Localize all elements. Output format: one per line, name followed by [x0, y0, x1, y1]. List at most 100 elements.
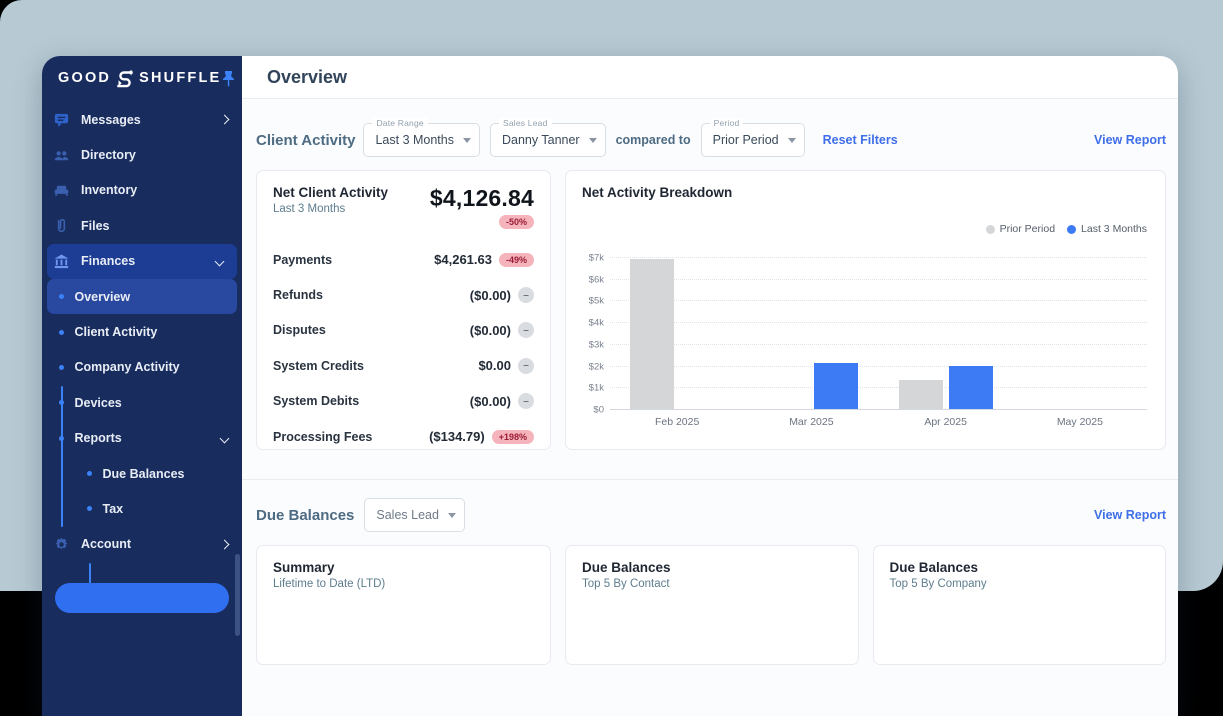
sidebar-bottom-button[interactable]	[55, 583, 229, 613]
sales-lead-value: Danny Tanner	[502, 133, 580, 147]
tree-dot	[59, 400, 64, 405]
summary-row-value: ($0.00)	[470, 394, 511, 409]
tree-dot	[87, 506, 92, 511]
pin-icon[interactable]	[221, 70, 236, 87]
sales-lead-label: Sales Lead	[499, 118, 552, 128]
logo-word-shuffle: SHUFFLE	[139, 70, 221, 86]
legend-item[interactable]: Prior Period	[986, 223, 1055, 235]
sidebar-item-client-activity[interactable]: Client Activity	[42, 314, 242, 349]
sidebar-item-due-balances[interactable]: Due Balances	[42, 456, 242, 491]
due-balances-by-contact-card: Due Balances Top 5 By Contact	[565, 545, 859, 665]
sales-lead-select[interactable]: Sales Lead Danny Tanner	[490, 123, 606, 157]
chart-bar-group	[744, 257, 878, 409]
dropdown-arrow-icon	[788, 138, 796, 143]
chart-bar	[630, 259, 674, 409]
due-balances-sales-lead-select[interactable]: Sales Lead	[364, 498, 465, 532]
due-balances-title: Due Balances	[256, 507, 354, 524]
sidebar-item-files[interactable]: Files	[42, 208, 242, 243]
chart-gridline: $0	[610, 409, 1147, 410]
net-activity-chart: $7k$6k$5k$4k$3k$2k$1k$0 Feb 2025Mar 2025…	[582, 257, 1147, 428]
main-content: Overview Client Activity Date Range Last…	[242, 56, 1178, 716]
sidebar-item-label: Account	[81, 537, 131, 551]
page-title: Overview	[267, 67, 347, 88]
sidebar-item-label: Reports	[75, 431, 122, 445]
compared-to-text: compared to	[616, 133, 691, 147]
net-client-activity-card: Net Client Activity Last 3 Months $4,126…	[256, 170, 551, 450]
tree-dot	[59, 365, 64, 370]
chevron-down-icon	[215, 256, 225, 266]
sidebar: GOOD SHUFFLE Messages	[42, 56, 242, 716]
card-title: Due Balances	[890, 560, 1150, 575]
chart-bar	[949, 366, 993, 409]
sidebar-item-finances[interactable]: Finances	[47, 244, 237, 279]
sidebar-item-reports[interactable]: Reports	[42, 421, 242, 456]
client-activity-filter-row: Client Activity Date Range Last 3 Months…	[256, 123, 1166, 157]
page-header: Overview	[242, 56, 1178, 99]
sidebar-item-label: Finances	[81, 254, 135, 268]
due-balances-view-report-link[interactable]: View Report	[1094, 508, 1166, 522]
card-subtitle: Top 5 By Contact	[582, 578, 842, 590]
sidebar-item-directory[interactable]: Directory	[42, 137, 242, 172]
sidebar-item-overview[interactable]: Overview	[47, 279, 237, 314]
sidebar-item-label: Client Activity	[75, 325, 158, 339]
summary-ltd-card: Summary Lifetime to Date (LTD)	[256, 545, 551, 665]
sidebar-scrollbar[interactable]	[235, 554, 240, 636]
card-title: Summary	[273, 560, 534, 575]
card-subtitle: Lifetime to Date (LTD)	[273, 578, 534, 590]
sidebar-item-label: Directory	[81, 148, 136, 162]
chart-plot-area: $7k$6k$5k$4k$3k$2k$1k$0	[610, 257, 1147, 409]
client-activity-title: Client Activity	[256, 132, 355, 149]
legend-label: Prior Period	[1000, 223, 1055, 235]
net-activity-breakdown-card: Net Activity Breakdown Prior PeriodLast …	[565, 170, 1166, 450]
sidebar-item-label: Messages	[81, 113, 141, 127]
dropdown-arrow-icon	[463, 138, 471, 143]
chevron-right-icon	[220, 539, 230, 549]
legend-label: Last 3 Months	[1081, 223, 1147, 235]
chevron-down-icon	[220, 433, 230, 443]
shuffle-s-icon	[115, 68, 135, 88]
tree-dot	[59, 294, 64, 299]
sidebar-item-account[interactable]: Account	[42, 527, 242, 562]
period-select[interactable]: Period Prior Period	[701, 123, 805, 157]
net-activity-total: $4,126.84	[430, 185, 534, 212]
summary-row-badge: –	[518, 287, 534, 303]
date-range-select[interactable]: Date Range Last 3 Months	[363, 123, 480, 157]
sidebar-item-messages[interactable]: Messages	[42, 102, 242, 137]
date-range-label: Date Range	[372, 118, 427, 128]
dropdown-arrow-icon	[448, 513, 456, 518]
summary-row-system-credits: System Credits $0.00–	[273, 348, 534, 383]
summary-row-label: Payments	[273, 253, 332, 267]
sidebar-item-inventory[interactable]: Inventory	[42, 173, 242, 208]
summary-row-badge: -49%	[499, 253, 534, 267]
legend-item[interactable]: Last 3 Months	[1067, 223, 1147, 235]
sidebar-item-label: Company Activity	[75, 360, 180, 374]
chart-y-tick: $6k	[589, 274, 604, 285]
due-balances-filter-row: Due Balances Sales Lead View Report	[256, 498, 1166, 532]
content-area: Client Activity Date Range Last 3 Months…	[242, 99, 1178, 665]
summary-row-payments: Payments $4,261.63-49%	[273, 242, 534, 277]
period-value: Prior Period	[713, 133, 779, 147]
tree-dot	[59, 436, 64, 441]
summary-card-title: Net Client Activity	[273, 185, 388, 200]
chevron-right-icon	[220, 115, 230, 125]
app-window: GOOD SHUFFLE Messages	[42, 56, 1178, 716]
sofa-icon	[52, 181, 70, 199]
due-balances-sales-lead-value: Sales Lead	[376, 508, 439, 522]
chart-bar-group	[879, 257, 1013, 409]
reset-filters-link[interactable]: Reset Filters	[823, 133, 898, 147]
desktop-background: GOOD SHUFFLE Messages	[0, 0, 1223, 591]
card-title: Due Balances	[582, 560, 842, 575]
view-report-link[interactable]: View Report	[1094, 133, 1166, 147]
paperclip-icon	[52, 217, 70, 235]
sidebar-item-devices[interactable]: Devices	[42, 385, 242, 420]
summary-row-system-debits: System Debits ($0.00)–	[273, 384, 534, 419]
summary-card-subtitle: Last 3 Months	[273, 203, 388, 215]
sidebar-item-company-activity[interactable]: Company Activity	[42, 350, 242, 385]
summary-row-badge: –	[518, 393, 534, 409]
chart-y-tick: $4k	[589, 318, 604, 329]
date-range-value: Last 3 Months	[375, 133, 454, 147]
summary-row-processing-fees: Processing Fees ($134.79)+198%	[273, 419, 534, 454]
due-balances-by-company-card: Due Balances Top 5 By Company	[873, 545, 1167, 665]
sidebar-item-tax[interactable]: Tax	[42, 491, 242, 526]
sidebar-nav: Messages Directory Inventory	[42, 100, 242, 562]
